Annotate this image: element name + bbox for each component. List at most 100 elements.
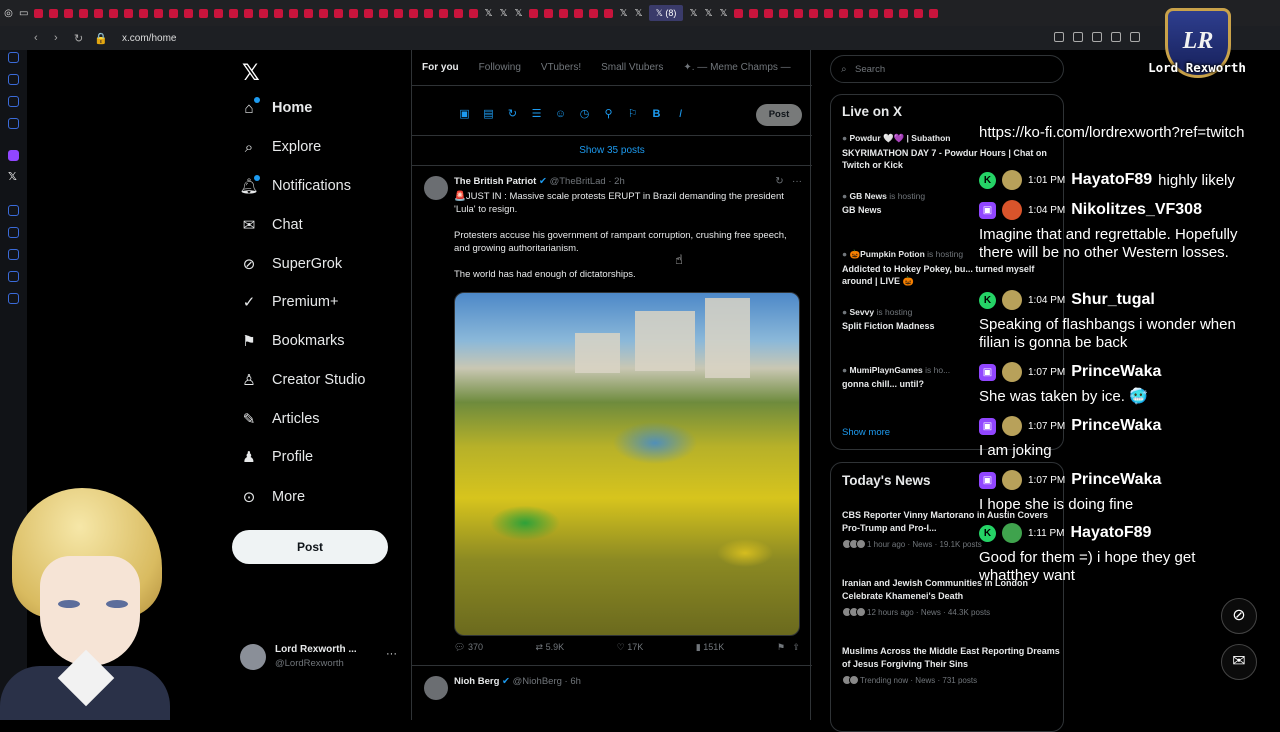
location-icon[interactable]: ⚲	[602, 108, 615, 121]
nav-articles[interactable]: ✎ Articles	[240, 407, 320, 431]
browser-tab[interactable]	[154, 8, 163, 18]
twitch-icon[interactable]	[8, 150, 19, 161]
tweet-author-name[interactable]: Nioh Berg	[454, 676, 499, 687]
reply-button[interactable]: 💬︎ 370	[454, 642, 483, 653]
browser-tab[interactable]	[244, 8, 253, 18]
browser-tab[interactable]	[929, 8, 938, 18]
extension-icon[interactable]	[1073, 32, 1083, 42]
forward-icon[interactable]: ›	[54, 32, 74, 44]
browser-tab[interactable]	[394, 8, 403, 18]
tab-vtubers[interactable]: VTubers!	[531, 50, 591, 85]
gif-icon[interactable]: ▤	[482, 108, 495, 121]
browser-tab[interactable]	[169, 8, 178, 18]
browser-tab[interactable]	[899, 8, 908, 18]
browser-tab[interactable]	[199, 8, 208, 18]
composer-post-button[interactable]: Post	[756, 104, 802, 126]
tab-small-vtubers[interactable]: Small Vtubers	[591, 50, 673, 85]
emoji-icon[interactable]: ☺	[554, 108, 567, 121]
more-dots-icon[interactable]: ···	[792, 176, 802, 187]
messages-icon[interactable]: ✉	[1221, 644, 1257, 680]
x-tab-icon[interactable]: 𝕏	[719, 8, 728, 18]
like-button[interactable]: ♡ 17K	[617, 642, 644, 653]
bold-icon[interactable]: B	[650, 108, 663, 121]
browser-tab[interactable]	[94, 8, 103, 18]
app-icon[interactable]: ◎	[4, 8, 13, 18]
more-dots-icon[interactable]: ···	[386, 648, 397, 660]
extension-icon[interactable]	[1054, 32, 1064, 42]
schedule-icon[interactable]: ◷	[578, 108, 591, 121]
sidebar-app-icon[interactable]	[8, 118, 19, 129]
italic-icon[interactable]: I	[674, 108, 687, 121]
browser-tab[interactable]	[379, 8, 388, 18]
nav-home[interactable]: ⌂ Home	[240, 96, 312, 120]
sidebar-app-icon[interactable]	[8, 96, 19, 107]
news-item[interactable]: Muslims Across the Middle East Reporting…	[842, 645, 1062, 685]
extension-icon[interactable]	[1092, 32, 1102, 42]
back-icon[interactable]: ‹	[34, 32, 54, 44]
nav-creator-studio[interactable]: ♙ Creator Studio	[240, 368, 365, 392]
browser-tab[interactable]	[544, 8, 553, 18]
grok-icon[interactable]: ↻	[506, 108, 519, 121]
tab-following[interactable]: Following	[469, 50, 531, 85]
sidebar-app-icon[interactable]	[8, 271, 19, 282]
x-tab-icon[interactable]: 𝕏	[634, 8, 643, 18]
browser-tab[interactable]	[764, 8, 773, 18]
browser-tab[interactable]	[364, 8, 373, 18]
browser-tab[interactable]	[319, 8, 328, 18]
browser-tab[interactable]	[854, 8, 863, 18]
browser-tab[interactable]	[869, 8, 878, 18]
browser-tab[interactable]	[349, 8, 358, 18]
browser-tab[interactable]	[779, 8, 788, 18]
x-tab-icon[interactable]: 𝕏	[499, 8, 508, 18]
browser-tab[interactable]	[184, 8, 193, 18]
account-switcher[interactable]: Lord Rexworth ... @LordRexworth ···	[240, 640, 410, 676]
sidebar-app-icon[interactable]	[8, 74, 19, 85]
bookmark-icon[interactable]: ⚑	[777, 642, 785, 652]
browser-tab[interactable]	[824, 8, 833, 18]
tweet[interactable]: The British Patriot ✔ @TheBritLad · 2h ↻…	[412, 166, 812, 666]
nav-more[interactable]: ⊙ More	[240, 485, 305, 509]
sidebar-app-icon[interactable]	[8, 227, 19, 238]
share-icon[interactable]: ⇪	[792, 642, 800, 652]
browser-tab[interactable]	[559, 8, 568, 18]
repost-button[interactable]: ⇄ 5.9K	[536, 642, 565, 653]
sidebar-app-icon[interactable]	[8, 249, 19, 260]
browser-tab[interactable]	[109, 8, 118, 18]
tweet[interactable]: Nioh Berg ✔ @NiohBerg · 6h	[412, 666, 812, 726]
browser-tab[interactable]	[274, 8, 283, 18]
post-button[interactable]: Post	[232, 530, 388, 564]
tweet-time[interactable]: · 2h	[608, 176, 624, 187]
tweet-author-handle[interactable]: @NiohBerg	[513, 676, 562, 687]
extension-icon[interactable]	[1111, 32, 1121, 42]
browser-tab[interactable]	[214, 8, 223, 18]
poll-icon[interactable]: ☰	[530, 108, 543, 121]
browser-tab[interactable]	[589, 8, 598, 18]
avatar[interactable]	[424, 676, 448, 700]
nav-profile[interactable]: ♟ Profile	[240, 445, 313, 469]
browser-tab[interactable]	[439, 8, 448, 18]
show-new-posts[interactable]: Show 35 posts	[412, 136, 812, 166]
url-text[interactable]: x.com/home	[122, 33, 176, 44]
tweet-time[interactable]: · 6h	[565, 676, 581, 687]
grok-icon[interactable]: ↻	[775, 176, 783, 187]
browser-tab[interactable]	[304, 8, 313, 18]
browser-tab[interactable]	[794, 8, 803, 18]
x-icon[interactable]: 𝕏	[8, 172, 19, 183]
x-logo-icon[interactable]: 𝕏	[242, 60, 260, 86]
browser-tab[interactable]	[809, 8, 818, 18]
browser-tab[interactable]	[334, 8, 343, 18]
show-more-link[interactable]: Show more	[842, 427, 890, 438]
nav-chat[interactable]: ✉ Chat	[240, 213, 303, 237]
browser-tab[interactable]	[749, 8, 758, 18]
x-tab-icon[interactable]: 𝕏	[704, 8, 713, 18]
flag-icon[interactable]: ⚐	[626, 108, 639, 121]
browser-tab[interactable]	[49, 8, 58, 18]
browser-tab[interactable]	[884, 8, 893, 18]
x-tab-icon[interactable]: 𝕏	[484, 8, 493, 18]
tweet-media-image[interactable]	[454, 292, 800, 636]
nav-explore[interactable]: ⌕ Explore	[240, 135, 321, 159]
browser-tab[interactable]	[289, 8, 298, 18]
browser-tab[interactable]	[424, 8, 433, 18]
grok-icon[interactable]: ⊘	[1221, 598, 1257, 634]
tweet-author-handle[interactable]: @TheBritLad	[550, 176, 606, 187]
